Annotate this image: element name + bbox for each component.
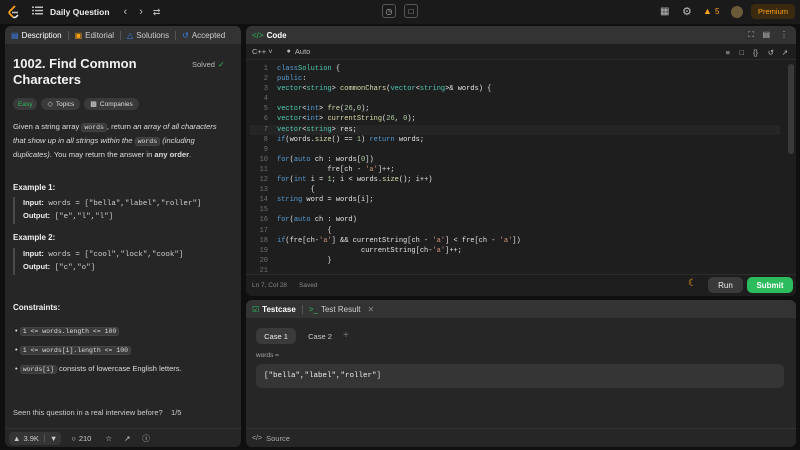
shuffle-icon[interactable]: ⇄ [153, 7, 161, 18]
tab-solutions[interactable]: △ Solutions [121, 26, 175, 44]
tag-icon: ◇ [47, 101, 53, 108]
example-1-block: Input: words = ["bella","label","roller"… [13, 197, 233, 224]
tab-test-result[interactable]: >_ Test Result ✕ [303, 300, 380, 318]
braces-icon[interactable]: {} [753, 48, 758, 57]
code-toolbar: C++ ˅ ● Auto ≡ □ {} ↺ ↗ [246, 44, 796, 60]
constraints-heading: Constraints: [13, 303, 61, 312]
input-variable-label: words = [256, 352, 279, 359]
mode-auto[interactable]: Auto [295, 47, 310, 56]
description-pane: ▤ Description ▣ Editorial △ Solutions ↺ Acce… [5, 26, 241, 447]
add-case-icon[interactable]: + [343, 330, 349, 341]
comments-button[interactable]: ○ 210 [71, 434, 91, 443]
testcase-input[interactable]: ["bella","label","roller"] [256, 364, 784, 388]
more-icon[interactable]: ⋮ [780, 30, 788, 39]
description-footer: ▲ 3.9K ▼ ○ 210 ☆ ↗ ⓘ [5, 428, 241, 447]
building-icon: ▩ [90, 101, 97, 108]
book-icon: ▣ [74, 30, 83, 40]
top-bar: Daily Question ‹ › ⇄ ◷ □ ▦ ⚙ ▲ 5 Premium [0, 0, 800, 24]
example-2-block: Input: words = ["cool","lock","cook"] Ou… [13, 248, 233, 275]
chevron-right-icon[interactable]: › [139, 6, 143, 18]
source-link[interactable]: </> Source [246, 428, 796, 447]
run-button[interactable]: Run [708, 277, 743, 293]
help-icon[interactable]: ⓘ [142, 433, 150, 444]
tab-description[interactable]: ▤ Description [5, 26, 68, 44]
tab-editorial[interactable]: ▣ Editorial [69, 26, 120, 44]
case-2-button[interactable]: Case 2 [300, 328, 340, 344]
expand-icon[interactable]: ⛶ [748, 30, 754, 40]
language-select[interactable]: C++ ˅ [252, 47, 273, 56]
tab-testcase[interactable]: ☑ Testcase [246, 300, 302, 318]
problem-list-icon[interactable] [32, 6, 43, 18]
debug-icon[interactable]: ☾ [688, 278, 697, 289]
testcase-pane: ☑ Testcase >_ Test Result ✕ Case 1 Case 2 +… [246, 300, 796, 447]
settings-gear-icon[interactable]: ⚙ [682, 5, 692, 18]
streak-count: 5 [715, 7, 720, 16]
list-item: • words[i] consists of lowercase English… [15, 364, 182, 374]
list-item: • 1 <= words.length <= 100 [15, 322, 182, 341]
code-pane: </> Code ⛶ ▤ ⋮ C++ ˅ ● Auto ≡ □ {} ↺ ↗ 1c… [246, 26, 796, 296]
example-2-heading: Example 2: [13, 233, 56, 242]
companies-button[interactable]: ▩ Companies [84, 98, 139, 110]
testcase-tab-bar: ☑ Testcase >_ Test Result ✕ [246, 300, 796, 318]
list-item: • 1 <= words[i].length <= 100 [15, 341, 182, 360]
tab-code[interactable]: </> Code [246, 26, 293, 44]
code-brackets-icon: </> [252, 30, 264, 40]
lock-icon: ● [286, 48, 291, 55]
reset-icon[interactable]: ↺ [768, 48, 774, 57]
star-icon[interactable]: ☆ [105, 434, 112, 443]
like-button[interactable]: ▲ 3.9K ▼ [9, 431, 62, 445]
check-circle-icon: ✓ [217, 60, 225, 69]
left-tab-bar: ▤ Description ▣ Editorial △ Solutions ↺ Acce… [5, 26, 241, 44]
editor-scrollbar[interactable] [788, 64, 794, 154]
checkbox-icon: ☑ [252, 304, 260, 314]
thumbs-up-icon: ▲ [13, 433, 21, 443]
avatar[interactable] [731, 6, 743, 18]
submit-button[interactable]: Submit [747, 277, 793, 293]
daily-question-title[interactable]: Daily Question [50, 7, 110, 17]
case-1-button[interactable]: Case 1 [256, 328, 296, 344]
tab-accepted[interactable]: ↺ Accepted [176, 26, 231, 44]
leetcode-logo-icon[interactable] [8, 5, 20, 19]
terminal-icon: >_ [308, 304, 318, 314]
thumbs-down-icon[interactable]: ▼ [50, 434, 57, 443]
constraints-list: • 1 <= words.length <= 100 • 1 <= words[… [15, 322, 182, 379]
code-header: </> Code ⛶ ▤ ⋮ [246, 26, 796, 44]
difficulty-badge: Easy [13, 98, 38, 110]
code-editor[interactable]: 1 class Solution { 2 public: 3 vector < stri… [250, 64, 780, 276]
format-icon[interactable]: ≡ [726, 48, 730, 57]
close-icon[interactable]: ✕ [368, 305, 375, 314]
code-icon: </> [252, 434, 263, 442]
page-title: 1002. Find Common Characters [13, 56, 137, 87]
problem-description: Given a string array words, return an ar… [13, 122, 217, 159]
notes-icon[interactable]: □ [404, 4, 418, 18]
flask-icon: △ [127, 30, 134, 40]
document-icon: ▤ [11, 30, 19, 40]
layout-grid-icon[interactable]: ▦ [660, 6, 669, 17]
comment-icon: ○ [71, 433, 76, 443]
alarm-clock-icon[interactable]: ◷ [382, 4, 396, 18]
premium-button[interactable]: Premium [751, 4, 795, 19]
interview-question-prompt: Seen this question in a real interview b… [13, 408, 182, 417]
bookmark-icon[interactable]: □ [739, 48, 744, 57]
tag-row: Easy ◇ Topics ▩ Companies [13, 98, 139, 110]
split-icon[interactable]: ▤ [762, 30, 770, 39]
topics-button[interactable]: ◇ Topics [41, 98, 81, 110]
chevron-left-icon[interactable]: ‹ [124, 6, 128, 18]
share-icon[interactable]: ↗ [124, 434, 130, 443]
example-1-heading: Example 1: [13, 183, 56, 192]
streak-flame-icon[interactable]: ▲ [703, 6, 712, 16]
history-icon: ↺ [182, 30, 189, 40]
fullscreen-icon[interactable]: ↗ [782, 48, 788, 57]
solved-status: Solved ✓ [192, 60, 225, 69]
